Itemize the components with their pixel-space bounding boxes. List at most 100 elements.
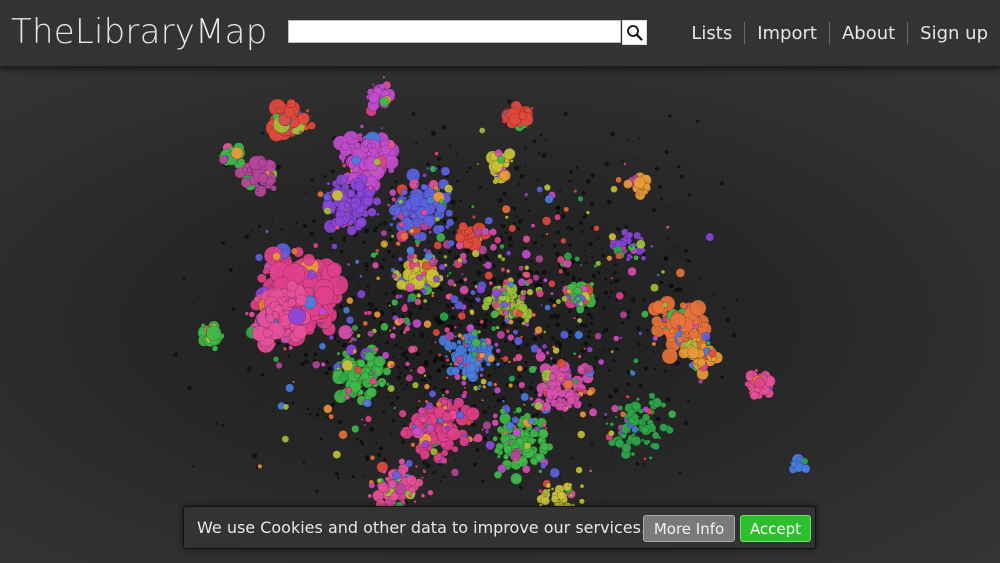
book-node[interactable] (525, 342, 530, 347)
book-node[interactable] (286, 256, 291, 260)
book-node[interactable] (577, 195, 584, 202)
book-node[interactable] (530, 223, 536, 228)
book-node[interactable] (419, 332, 425, 338)
book-node[interactable] (621, 160, 624, 163)
book-node[interactable] (590, 443, 594, 447)
book-node[interactable] (442, 219, 447, 224)
book-node[interactable] (558, 343, 562, 348)
book-node[interactable] (557, 491, 567, 501)
book-node[interactable] (475, 447, 480, 453)
book-node[interactable] (556, 358, 566, 368)
book-node[interactable] (503, 147, 516, 160)
book-node[interactable] (515, 437, 524, 446)
book-node[interactable] (254, 305, 258, 309)
book-node[interactable] (643, 457, 647, 461)
book-node[interactable] (801, 463, 811, 474)
book-node[interactable] (545, 350, 550, 356)
book-node[interactable] (677, 286, 683, 293)
book-node[interactable] (440, 457, 448, 464)
book-node[interactable] (493, 382, 498, 387)
book-node[interactable] (368, 479, 375, 485)
book-node[interactable] (292, 380, 296, 384)
book-node[interactable] (314, 285, 335, 306)
book-node[interactable] (594, 332, 602, 340)
book-node[interactable] (399, 371, 403, 375)
book-node[interactable] (589, 201, 595, 207)
book-node[interactable] (507, 99, 512, 104)
book-node[interactable] (518, 381, 526, 389)
book-node[interactable] (640, 426, 649, 435)
book-node[interactable] (657, 184, 662, 189)
book-node[interactable] (663, 370, 667, 373)
book-node[interactable] (447, 239, 455, 247)
accept-button[interactable]: Accept (740, 515, 811, 542)
book-node[interactable] (476, 319, 480, 322)
book-node[interactable] (354, 141, 361, 149)
book-node[interactable] (650, 283, 659, 293)
book-node[interactable] (524, 265, 530, 271)
book-node[interactable] (297, 112, 310, 125)
book-node[interactable] (486, 380, 493, 387)
book-node[interactable] (517, 374, 522, 379)
book-node[interactable] (453, 397, 465, 409)
book-node[interactable] (625, 394, 630, 399)
book-node[interactable] (673, 246, 677, 250)
book-node[interactable] (558, 397, 563, 403)
book-node[interactable] (633, 158, 636, 162)
book-node[interactable] (508, 224, 517, 233)
book-node[interactable] (494, 148, 503, 158)
book-node[interactable] (467, 298, 473, 304)
book-node[interactable] (260, 131, 264, 135)
book-node[interactable] (490, 325, 497, 332)
book-node[interactable] (607, 393, 613, 400)
book-node[interactable] (438, 356, 445, 362)
book-node[interactable] (540, 303, 543, 307)
book-node[interactable] (610, 185, 618, 193)
book-node[interactable] (577, 354, 582, 359)
book-node[interactable] (452, 263, 456, 267)
book-node[interactable] (413, 500, 417, 504)
book-node[interactable] (476, 270, 482, 276)
book-node[interactable] (468, 238, 474, 244)
book-node[interactable] (654, 166, 660, 172)
book-node[interactable] (337, 419, 343, 425)
book-node[interactable] (616, 348, 620, 351)
book-node[interactable] (481, 428, 485, 432)
book-node[interactable] (686, 259, 691, 263)
book-node[interactable] (531, 373, 535, 376)
book-node[interactable] (406, 246, 415, 255)
book-node[interactable] (510, 472, 523, 485)
book-node[interactable] (424, 399, 429, 404)
book-node[interactable] (465, 170, 469, 174)
book-node[interactable] (416, 274, 423, 281)
book-node[interactable] (339, 391, 343, 395)
book-node[interactable] (580, 230, 584, 234)
book-node[interactable] (391, 418, 395, 423)
book-node[interactable] (519, 389, 523, 394)
book-node[interactable] (317, 190, 324, 198)
book-node[interactable] (418, 305, 424, 310)
book-node[interactable] (549, 356, 553, 360)
book-node[interactable] (309, 412, 312, 416)
book-node[interactable] (347, 262, 351, 267)
book-node[interactable] (501, 322, 505, 326)
book-node[interactable] (391, 272, 398, 279)
book-node[interactable] (679, 174, 685, 179)
book-node[interactable] (435, 202, 447, 214)
book-node[interactable] (517, 218, 523, 224)
book-node[interactable] (532, 336, 538, 342)
book-node[interactable] (676, 164, 681, 169)
book-node[interactable] (664, 150, 669, 155)
book-node[interactable] (537, 151, 541, 155)
book-node[interactable] (342, 306, 351, 314)
book-node[interactable] (496, 454, 501, 459)
book-node[interactable] (386, 203, 391, 207)
book-node[interactable] (410, 212, 418, 220)
book-node[interactable] (481, 341, 487, 348)
book-node[interactable] (489, 321, 492, 324)
book-node[interactable] (367, 330, 375, 338)
book-node[interactable] (258, 173, 269, 184)
book-node[interactable] (552, 243, 557, 248)
book-node[interactable] (441, 411, 452, 422)
book-node[interactable] (433, 185, 439, 191)
